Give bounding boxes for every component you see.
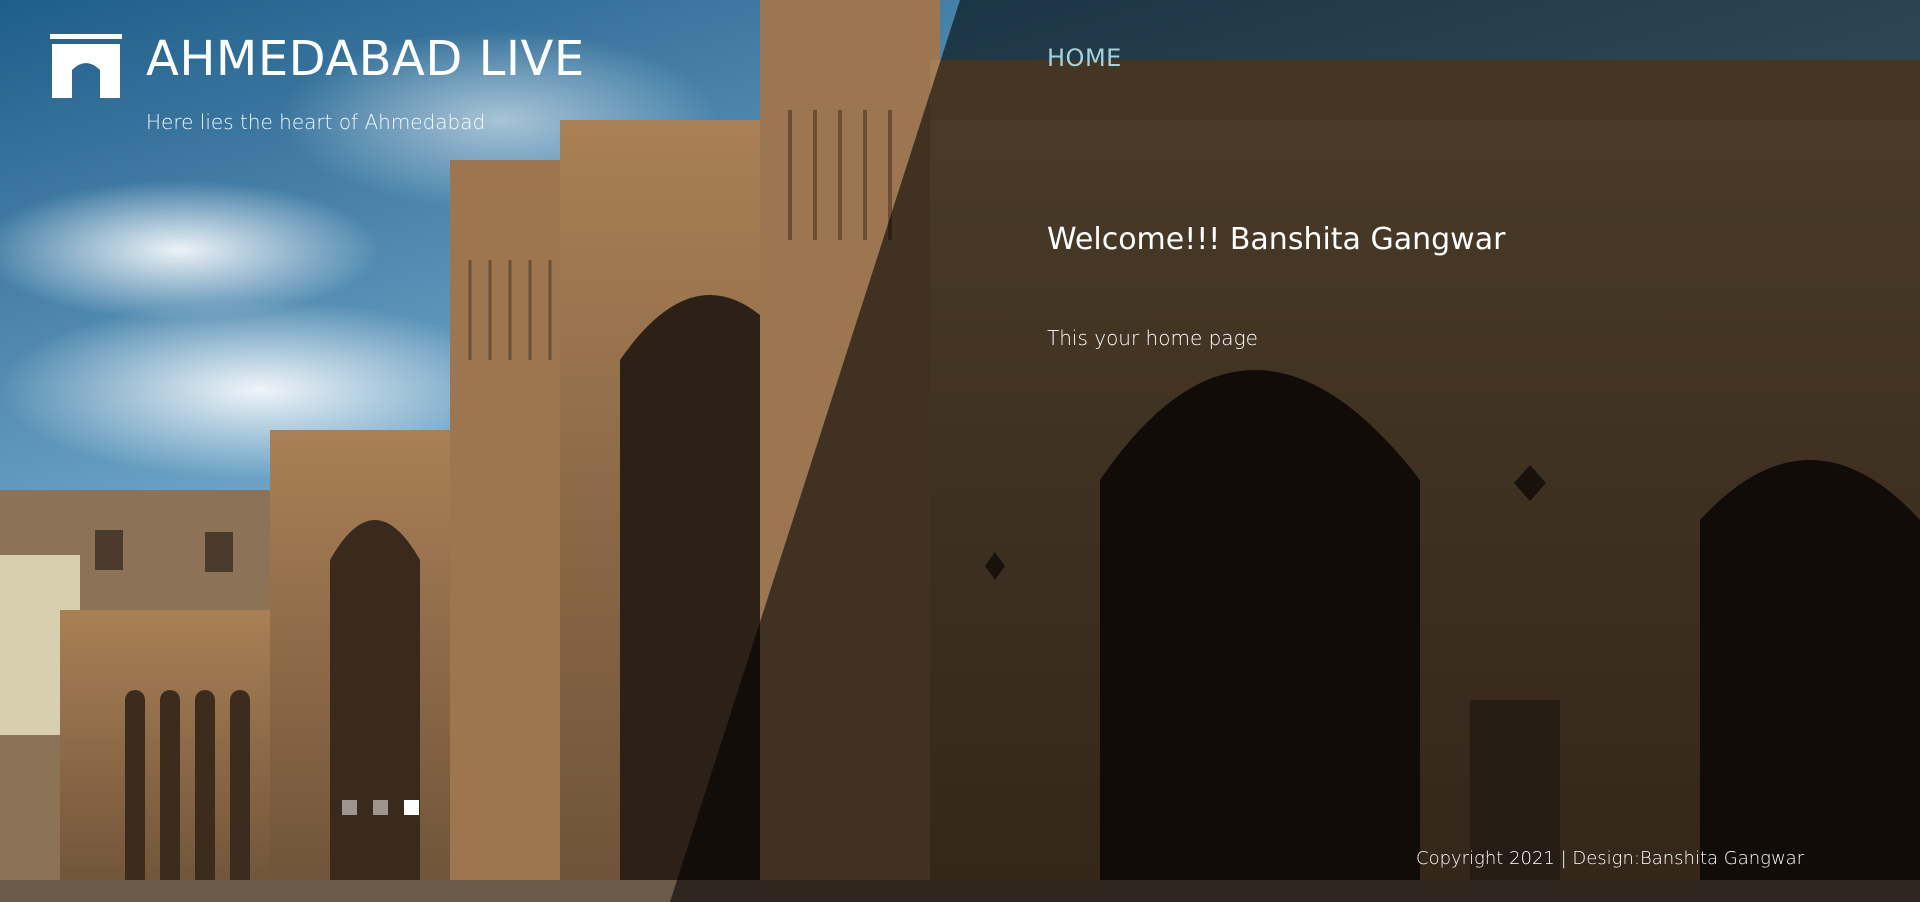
intro-text: This your home page — [1047, 326, 1258, 350]
copyright-text: Copyright 2021 | Design:Banshita Gangwar — [1416, 848, 1805, 869]
gate-arch-icon — [50, 34, 122, 98]
slider-dot-active[interactable] — [404, 800, 419, 815]
brand-text: AHMEDABAD LIVE Here lies the heart of Ah… — [146, 34, 585, 134]
site-title: AHMEDABAD LIVE — [146, 31, 585, 87]
nav-home-link[interactable]: HOME — [1047, 44, 1122, 72]
home-page: AHMEDABAD LIVE Here lies the heart of Ah… — [0, 0, 1920, 902]
slider-dots — [342, 800, 419, 815]
site-tagline: Here lies the heart of Ahmedabad — [146, 110, 486, 134]
slider-dot[interactable] — [373, 800, 388, 815]
site-brand[interactable]: AHMEDABAD LIVE Here lies the heart of Ah… — [50, 34, 585, 134]
dark-diagonal-overlay — [670, 0, 1920, 902]
slider-dot[interactable] — [342, 800, 357, 815]
welcome-heading: Welcome!!! Banshita Gangwar — [1047, 222, 1506, 257]
